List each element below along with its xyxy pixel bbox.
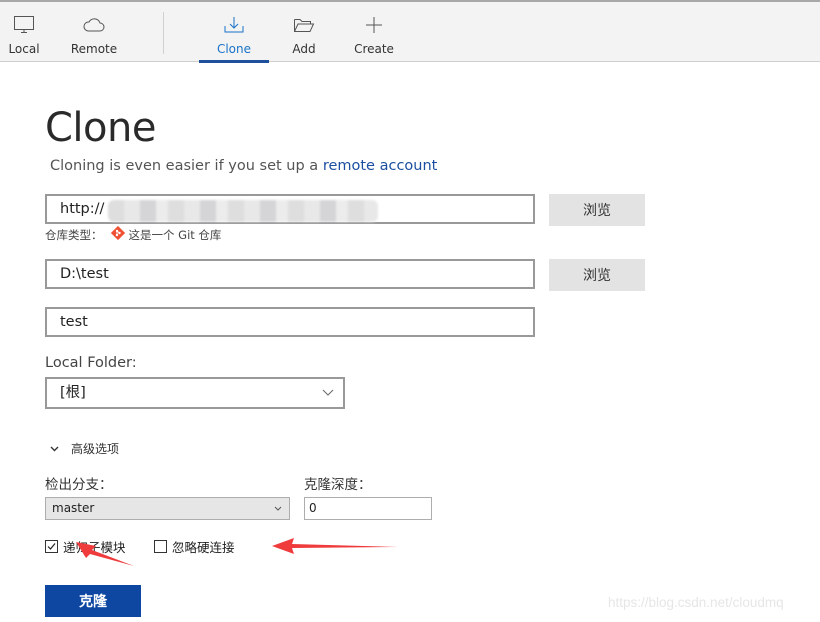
active-tab-indicator [199,60,269,63]
destination-path-input[interactable]: D:\test [45,259,535,289]
branch-select[interactable]: master [45,497,290,520]
chevron-down-icon [273,498,283,526]
toolbar-add-label: Add [292,42,316,56]
chevron-down-icon [50,442,59,456]
checkbox-unchecked-icon [154,540,167,553]
page-subtitle: Cloning is even easier if you set up a r… [50,158,437,174]
local-folder-value: [根] [60,385,86,401]
git-icon [110,225,125,243]
monitor-icon [13,11,35,39]
toolbar-clone[interactable]: Clone [199,2,269,63]
depth-input[interactable]: 0 [304,497,432,520]
annotation-arrow-icon [272,538,398,554]
annotation-arrow-icon [76,542,134,566]
browse-destination-button[interactable]: 浏览 [549,259,645,291]
clone-button[interactable]: 克隆 [45,585,141,617]
download-icon [223,11,245,39]
cloud-icon [83,11,105,39]
plus-icon [364,11,384,39]
subtitle-text: Cloning is even easier if you set up a [50,158,323,174]
watermark: https://blog.csdn.net/cloudmq [608,595,784,610]
toolbar-create-label: Create [354,42,394,56]
toolbar-separator [163,12,164,54]
repo-type-row: 仓库类型： 这是一个 Git 仓库 [45,225,222,243]
branch-value: master [52,501,95,515]
toolbar-remote-label: Remote [70,42,118,56]
checkbox-checked-icon [45,540,58,553]
depth-label: 克隆深度： [304,477,372,493]
folder-open-icon [293,11,315,39]
remote-account-link[interactable]: remote account [323,158,438,174]
toolbar-local-label: Local [8,42,40,56]
chevron-down-icon [321,379,335,417]
toolbar-clone-label: Clone [216,42,252,56]
advanced-options-toggle[interactable]: 高级选项 [50,440,119,457]
toolbar-remote[interactable]: Remote [68,2,120,62]
page-title: Clone [45,105,156,151]
toolbar-local[interactable]: Local [2,2,46,62]
repo-type-label: 仓库类型： [45,227,103,242]
branch-label: 检出分支： [45,477,113,493]
ignore-hardlinks-checkbox[interactable]: 忽略硬连接 [154,537,235,556]
browse-source-button[interactable]: 浏览 [549,194,645,226]
repo-type-value: 这是一个 Git 仓库 [128,227,222,242]
toolbar: Local Remote Clone Add Create [0,0,820,63]
toolbar-create[interactable]: Create [352,2,396,62]
name-input[interactable]: test [45,307,535,337]
redacted-url [108,200,378,222]
toolbar-add[interactable]: Add [284,2,324,62]
local-folder-select[interactable]: [根] [45,377,345,409]
ignore-hardlinks-label: 忽略硬连接 [172,540,235,555]
advanced-options-label: 高级选项 [71,442,120,456]
local-folder-label: Local Folder: [45,355,137,371]
